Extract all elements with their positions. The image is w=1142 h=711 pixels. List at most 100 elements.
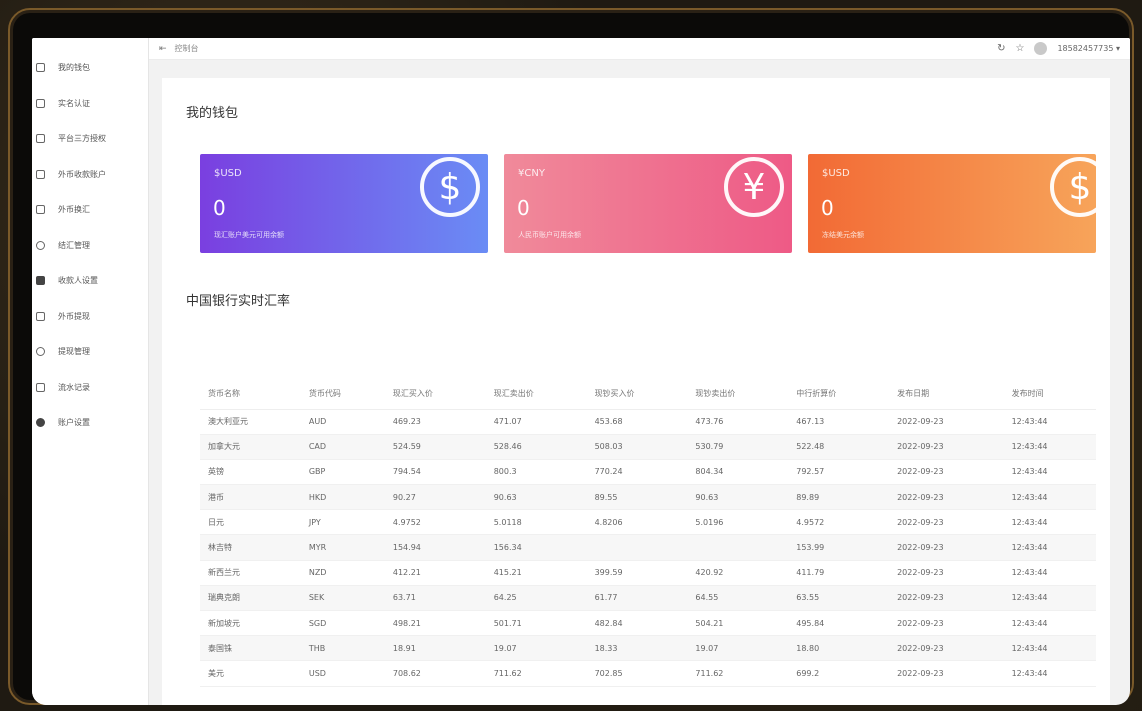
user-menu[interactable]: 18582457735 ▾ bbox=[1057, 44, 1120, 53]
card-currency: $USD bbox=[214, 168, 242, 179]
table-cell: 399.59 bbox=[586, 560, 688, 586]
table-row: 瑞典克朗 SEK 63.71 64.25 61.77 64.55 63.55 2022-09-… bbox=[200, 585, 1096, 612]
table-cell: 90.63 bbox=[485, 484, 587, 511]
table-cell: 90.27 bbox=[384, 484, 486, 511]
table-cell: 港币 bbox=[200, 484, 301, 511]
sidebar-item-label: 平台三方授权 bbox=[58, 134, 106, 144]
table-cell: AUD bbox=[300, 409, 385, 435]
top-header: ⇤ 控制台 ↻ ☆ 18582457735 ▾ bbox=[149, 38, 1130, 60]
table-cell: 63.55 bbox=[788, 585, 890, 612]
sidebar: 我的钱包 实名认证 平台三方授权 外币收款账户 外币换汇 结汇管理 收款人设置 … bbox=[32, 38, 149, 705]
table-row: 英镑 GBP 794.54 800.3 770.24 804.34 792.57 2022-0… bbox=[200, 459, 1096, 486]
table-cell: SEK bbox=[300, 585, 385, 612]
table-cell: GBP bbox=[300, 459, 385, 486]
column-header: 发布时间 bbox=[1003, 378, 1096, 410]
table-cell: 528.46 bbox=[485, 434, 587, 460]
table-cell: 504.21 bbox=[687, 610, 789, 637]
sidebar-item-withdraw[interactable]: 外币提现 bbox=[32, 299, 148, 335]
sidebar-item-exchange[interactable]: 外币换汇 bbox=[32, 192, 148, 228]
table-cell: 770.24 bbox=[586, 459, 688, 486]
sidebar-item-receiving-account[interactable]: 外币收款账户 bbox=[32, 157, 148, 193]
table-cell: 12:43:44 bbox=[1003, 484, 1096, 511]
sidebar-item-withdraw-management[interactable]: 提现管理 bbox=[32, 334, 148, 370]
table-cell: 19.07 bbox=[687, 635, 789, 662]
table-cell: 2022-09-23 bbox=[889, 560, 1004, 586]
user-icon bbox=[36, 240, 45, 250]
table-cell: 泰国铢 bbox=[200, 635, 301, 662]
card-description: 冻结美元余额 bbox=[822, 231, 864, 239]
header-actions: ↻ ☆ 18582457735 ▾ bbox=[997, 42, 1120, 55]
table-cell: MYR bbox=[300, 534, 385, 561]
table-cell: 18.33 bbox=[586, 635, 688, 662]
table-cell: 19.07 bbox=[485, 635, 587, 662]
table-cell: 471.07 bbox=[485, 409, 587, 435]
table-cell: 2022-09-23 bbox=[889, 585, 1004, 612]
column-header: 货币代码 bbox=[300, 378, 385, 410]
sidebar-item-wallet[interactable]: 我的钱包 bbox=[32, 50, 148, 86]
sidebar-item-records[interactable]: 流水记录 bbox=[32, 370, 148, 406]
table-row: 日元 JPY 4.9752 5.0118 4.8206 5.0196 4.9572 2022-… bbox=[200, 509, 1096, 536]
table-header: 货币名称 货币代码 现汇买入价 现汇卖出价 现钞买入价 现钞卖出价 中行折算价 … bbox=[200, 378, 1096, 410]
gear-icon bbox=[36, 418, 45, 428]
table-cell: 495.84 bbox=[788, 610, 890, 637]
column-header: 发布日期 bbox=[889, 378, 1004, 410]
sidebar-item-label: 流水记录 bbox=[58, 382, 90, 392]
table-cell: 804.34 bbox=[687, 459, 789, 486]
sidebar-item-payee[interactable]: 收款人设置 bbox=[32, 263, 148, 299]
table-cell: 12:43:44 bbox=[1003, 610, 1096, 637]
refresh-icon[interactable]: ↻ bbox=[997, 43, 1005, 54]
table-cell: 4.9752 bbox=[384, 509, 486, 536]
table-cell: 498.21 bbox=[384, 610, 486, 637]
withdraw-icon bbox=[36, 311, 45, 321]
sidebar-item-label: 我的钱包 bbox=[58, 63, 90, 73]
table-row: 新西兰元 NZD 412.21 415.21 399.59 420.92 411.79 202… bbox=[200, 560, 1096, 586]
table-row: 澳大利亚元 AUD 469.23 471.07 453.68 473.76 467.13 20… bbox=[200, 409, 1096, 435]
table-cell: 711.62 bbox=[687, 660, 789, 687]
card-description: 人民币账户可用余额 bbox=[518, 231, 581, 239]
table-cell: 411.79 bbox=[788, 560, 890, 586]
page-title: 我的钱包 bbox=[186, 106, 239, 121]
star-icon[interactable]: ☆ bbox=[1015, 43, 1024, 54]
table-cell: 64.25 bbox=[485, 585, 587, 612]
table-cell: 12:43:44 bbox=[1003, 585, 1096, 612]
table-cell: 708.62 bbox=[384, 660, 486, 687]
table-cell: 日元 bbox=[200, 509, 301, 536]
contact-icon bbox=[36, 276, 45, 286]
table-cell: 794.54 bbox=[384, 459, 486, 486]
sidebar-item-label: 外币换汇 bbox=[58, 205, 90, 215]
table-cell: 453.68 bbox=[586, 409, 688, 435]
card-balance: 0 bbox=[821, 196, 834, 220]
column-header: 货币名称 bbox=[200, 378, 301, 410]
table-cell: 2022-09-23 bbox=[889, 459, 1004, 486]
sidebar-item-label: 实名认证 bbox=[58, 98, 90, 108]
table-cell: 154.94 bbox=[384, 534, 486, 561]
table-cell: 12:43:44 bbox=[1003, 560, 1096, 586]
sidebar-item-authorization[interactable]: 平台三方授权 bbox=[32, 121, 148, 157]
section-title: 中国银行实时汇率 bbox=[186, 294, 291, 309]
menu-toggle-icon[interactable]: ⇤ bbox=[159, 44, 167, 54]
breadcrumb[interactable]: 控制台 bbox=[175, 43, 199, 54]
table-cell: 林吉特 bbox=[200, 534, 301, 561]
table-cell: JPY bbox=[300, 509, 385, 536]
bank-card-icon bbox=[36, 169, 45, 179]
card-balance: 0 bbox=[213, 196, 226, 220]
table-cell: 508.03 bbox=[586, 434, 688, 460]
username: 18582457735 bbox=[1057, 44, 1114, 53]
card-description: 现汇账户美元可用余额 bbox=[214, 231, 284, 239]
table-cell: 2022-09-23 bbox=[889, 610, 1004, 637]
table-cell: 420.92 bbox=[687, 560, 789, 586]
table-cell: 美元 bbox=[200, 660, 301, 687]
table-cell: 792.57 bbox=[788, 459, 890, 486]
table-cell: 702.85 bbox=[586, 660, 688, 687]
sidebar-item-verification[interactable]: 实名认证 bbox=[32, 86, 148, 122]
table-cell: 4.8206 bbox=[586, 509, 688, 536]
main-content: 我的钱包 $USD 0 现汇账户美元可用余额 $ ¥CNY 0 人民币账户可用余… bbox=[162, 78, 1110, 705]
table-row: 泰国铢 THB 18.91 19.07 18.33 19.07 18.80 2022-09-2… bbox=[200, 635, 1096, 662]
table-row: 美元 USD 708.62 711.62 702.85 711.62 699.2 2022-0… bbox=[200, 660, 1096, 687]
table-cell: 467.13 bbox=[788, 409, 890, 435]
sidebar-item-settlement[interactable]: 结汇管理 bbox=[32, 228, 148, 264]
table-body: 澳大利亚元 AUD 469.23 471.07 453.68 473.76 467.13 20… bbox=[200, 409, 1096, 687]
avatar-icon[interactable] bbox=[1034, 42, 1048, 55]
sidebar-item-settings[interactable]: 账户设置 bbox=[32, 405, 148, 441]
table-cell: 415.21 bbox=[485, 560, 587, 586]
